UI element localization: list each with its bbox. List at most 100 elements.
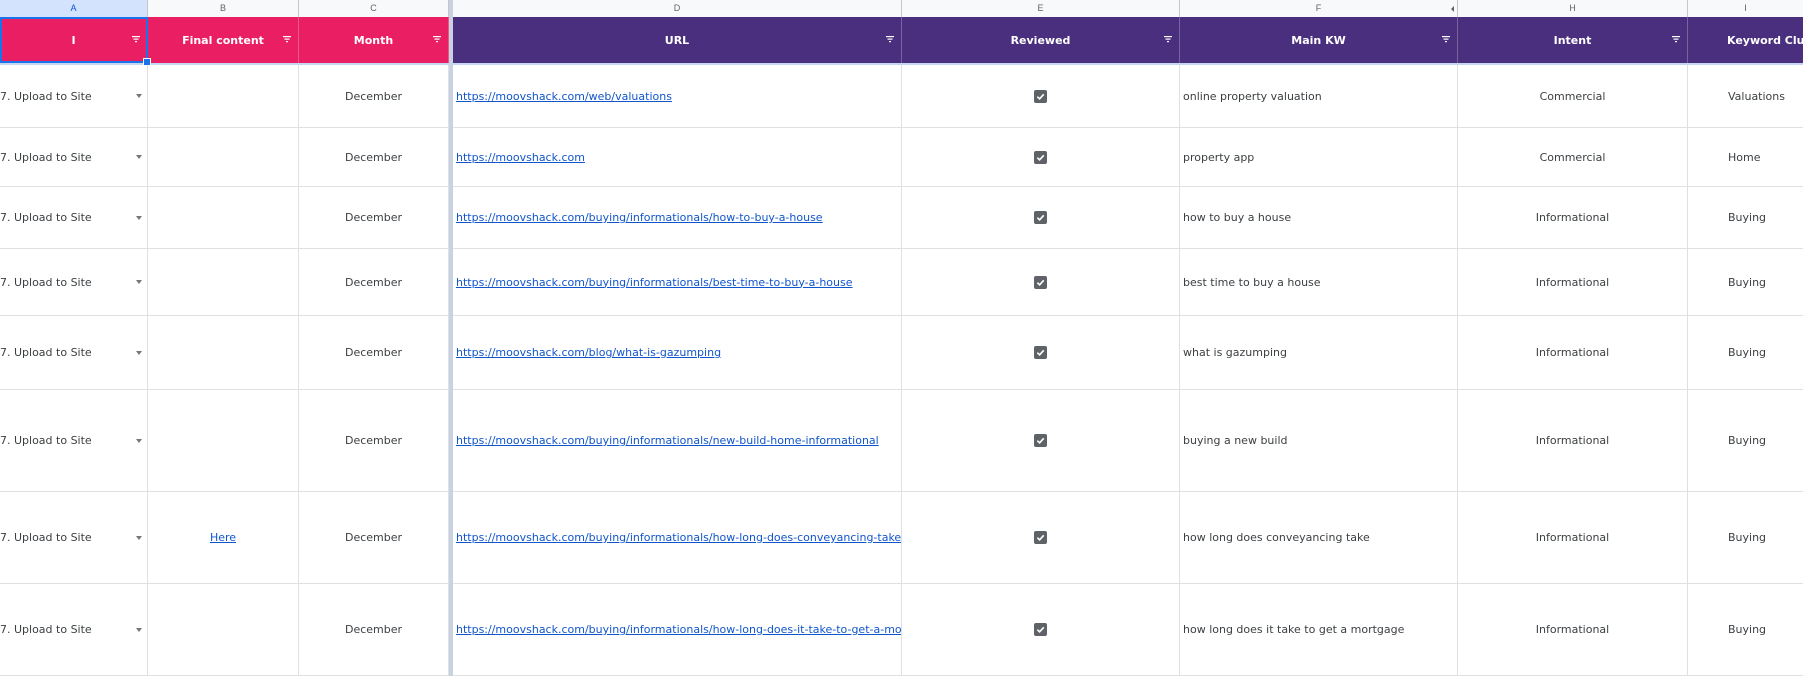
cell-url[interactable]: https://moovshack.com/blog/what-is-gazum…	[453, 316, 902, 389]
cell-month[interactable]: December	[299, 316, 449, 389]
checkbox-checked-icon[interactable]	[1034, 89, 1047, 103]
filter-icon[interactable]	[1671, 34, 1681, 44]
url-link[interactable]: https://moovshack.com	[456, 151, 585, 164]
cell-month[interactable]: December	[299, 128, 449, 186]
cell-cluster[interactable]: Home	[1688, 128, 1803, 186]
cell-intent[interactable]: Informational	[1458, 390, 1688, 491]
url-link[interactable]: https://moovshack.com/blog/what-is-gazum…	[456, 346, 721, 359]
cell-url[interactable]: https://moovshack.com	[453, 128, 902, 186]
hidden-column-arrows-icon[interactable]	[1450, 5, 1462, 13]
cell-month[interactable]: December	[299, 584, 449, 675]
header-reviewed[interactable]: Reviewed	[902, 17, 1180, 63]
cell-url[interactable]: https://moovshack.com/buying/information…	[453, 249, 902, 315]
column-header-e[interactable]: E	[902, 0, 1180, 17]
cell-cluster[interactable]: Buying	[1688, 316, 1803, 389]
filter-icon[interactable]	[1163, 34, 1173, 44]
cell-main-kw[interactable]: how long does it take to get a mortgage	[1180, 584, 1458, 675]
cell-reviewed[interactable]	[902, 187, 1180, 248]
cell-final-content[interactable]	[148, 316, 299, 389]
url-link[interactable]: https://moovshack.com/buying/information…	[456, 434, 879, 447]
cell-main-kw[interactable]: buying a new build	[1180, 390, 1458, 491]
filter-icon[interactable]	[885, 34, 895, 44]
filter-icon[interactable]	[282, 34, 292, 44]
cell-status[interactable]: 7. Upload to Site	[0, 492, 148, 583]
dropdown-arrow-icon[interactable]	[136, 215, 142, 220]
filter-icon[interactable]	[1441, 34, 1451, 44]
cell-main-kw[interactable]: property app	[1180, 128, 1458, 186]
cell-cluster[interactable]: Buying	[1688, 492, 1803, 583]
cell-reviewed[interactable]	[902, 249, 1180, 315]
cell-status[interactable]: 7. Upload to Site	[0, 390, 148, 491]
cell-intent[interactable]: Informational	[1458, 187, 1688, 248]
dropdown-arrow-icon[interactable]	[136, 438, 142, 443]
column-header-b[interactable]: B	[148, 0, 299, 17]
dropdown-arrow-icon[interactable]	[136, 535, 142, 540]
cell-final-content[interactable]: Here	[148, 492, 299, 583]
cell-month[interactable]: December	[299, 492, 449, 583]
cell-main-kw[interactable]: online property valuation	[1180, 65, 1458, 127]
cell-reviewed[interactable]	[902, 584, 1180, 675]
url-link[interactable]: https://moovshack.com/buying/information…	[456, 211, 823, 224]
cell-main-kw[interactable]: how to buy a house	[1180, 187, 1458, 248]
url-link[interactable]: https://moovshack.com/buying/information…	[456, 276, 853, 289]
frozen-column-divider[interactable]	[449, 0, 453, 676]
header-url[interactable]: URL	[453, 17, 902, 63]
cell-cluster[interactable]: Buying	[1688, 584, 1803, 675]
cell-cluster[interactable]: Valuations	[1688, 65, 1803, 127]
cell-url[interactable]: https://moovshack.com/buying/information…	[453, 584, 902, 675]
column-header-c[interactable]: C	[299, 0, 449, 17]
cell-intent[interactable]: Informational	[1458, 584, 1688, 675]
cell-final-content[interactable]	[148, 187, 299, 248]
header-keyword-cluster[interactable]: Keyword Clust	[1688, 17, 1803, 63]
cell-url[interactable]: https://moovshack.com/buying/information…	[453, 492, 902, 583]
cell-final-content[interactable]	[148, 249, 299, 315]
cell-main-kw[interactable]: best time to buy a house	[1180, 249, 1458, 315]
cell-status[interactable]: 7. Upload to Site	[0, 249, 148, 315]
cell-month[interactable]: December	[299, 249, 449, 315]
cell-status[interactable]: 7. Upload to Site	[0, 187, 148, 248]
cell-main-kw[interactable]: how long does conveyancing take	[1180, 492, 1458, 583]
cell-intent[interactable]: Commercial	[1458, 65, 1688, 127]
header-intent[interactable]: Intent	[1458, 17, 1688, 63]
dropdown-arrow-icon[interactable]	[136, 627, 142, 632]
dropdown-arrow-icon[interactable]	[136, 350, 142, 355]
checkbox-checked-icon[interactable]	[1034, 150, 1047, 164]
cell-intent[interactable]: Informational	[1458, 316, 1688, 389]
cell-final-content[interactable]	[148, 390, 299, 491]
checkbox-checked-icon[interactable]	[1034, 211, 1047, 224]
cell-reviewed[interactable]	[902, 65, 1180, 127]
cell-final-content[interactable]	[148, 65, 299, 127]
cell-final-content[interactable]	[148, 128, 299, 186]
cell-intent[interactable]: Informational	[1458, 249, 1688, 315]
final-content-link[interactable]: Here	[210, 531, 236, 544]
cell-month[interactable]: December	[299, 187, 449, 248]
cell-url[interactable]: https://moovshack.com/buying/information…	[453, 390, 902, 491]
filter-icon[interactable]	[432, 34, 442, 44]
checkbox-checked-icon[interactable]	[1034, 275, 1047, 289]
column-header-i[interactable]: I	[1688, 0, 1803, 17]
cell-status[interactable]: 7. Upload to Site	[0, 65, 148, 127]
url-link[interactable]: https://moovshack.com/web/valuations	[456, 90, 672, 103]
cell-cluster[interactable]: Buying	[1688, 390, 1803, 491]
cell-intent[interactable]: Commercial	[1458, 128, 1688, 186]
cell-status[interactable]: 7. Upload to Site	[0, 316, 148, 389]
cell-cluster[interactable]: Buying	[1688, 249, 1803, 315]
dropdown-arrow-icon[interactable]	[136, 94, 142, 98]
header-final-content[interactable]: Final content	[148, 17, 299, 63]
cell-url[interactable]: https://moovshack.com/web/valuations	[453, 65, 902, 127]
header-main-kw[interactable]: Main KW	[1180, 17, 1458, 63]
dropdown-arrow-icon[interactable]	[136, 280, 142, 284]
cell-month[interactable]: December	[299, 390, 449, 491]
dropdown-arrow-icon[interactable]	[136, 155, 142, 159]
column-header-d[interactable]: D	[453, 0, 902, 17]
cell-status[interactable]: 7. Upload to Site	[0, 584, 148, 675]
checkbox-checked-icon[interactable]	[1034, 531, 1047, 544]
cell-reviewed[interactable]	[902, 390, 1180, 491]
cell-status[interactable]: 7. Upload to Site	[0, 128, 148, 186]
cell-intent[interactable]: Informational	[1458, 492, 1688, 583]
url-link[interactable]: https://moovshack.com/buying/information…	[456, 531, 901, 544]
url-link[interactable]: https://moovshack.com/buying/information…	[456, 623, 901, 636]
cell-reviewed[interactable]	[902, 492, 1180, 583]
cell-cluster[interactable]: Buying	[1688, 187, 1803, 248]
header-month[interactable]: Month	[299, 17, 449, 63]
